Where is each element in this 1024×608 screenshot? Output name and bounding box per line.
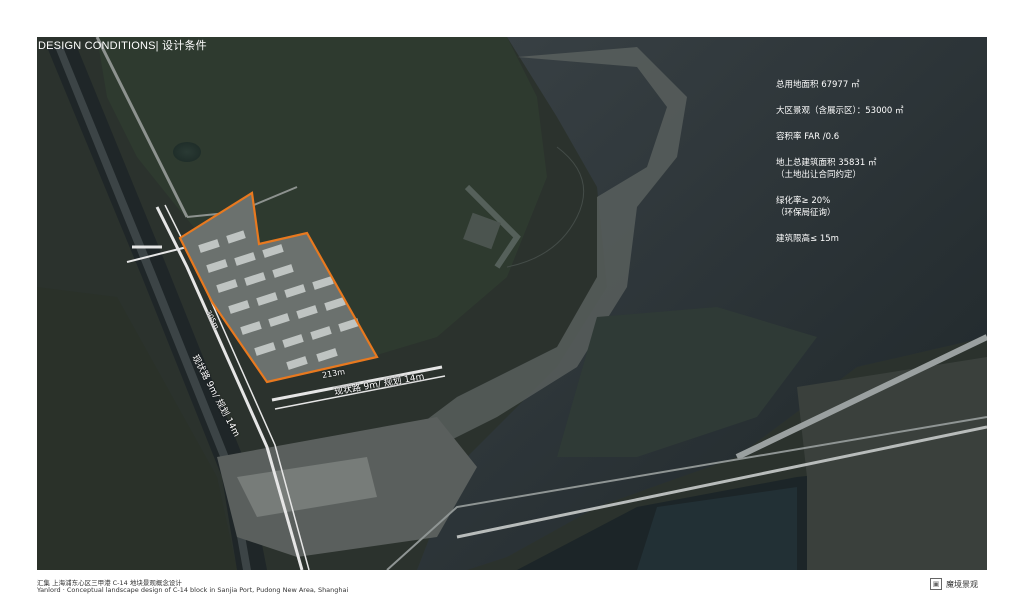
page-title: DESIGN CONDITIONS| 设计条件 (38, 40, 207, 52)
stat-height-limit: 建筑限高≤ 15m (776, 233, 904, 245)
brand: ▣ 魔境景观 (930, 578, 978, 590)
design-stats: 总用地面积 67977 ㎡ 大区景观（含展示区）：53000 ㎡ 容积率 FAR… (776, 79, 904, 259)
brand-name: 魔境景观 (946, 579, 978, 589)
stat-line-note: （环保局征询） (776, 208, 836, 218)
stat-landscape-area: 大区景观（含展示区）：53000 ㎡ (776, 105, 904, 117)
stat-line: 大区景观（含展示区）：53000 ㎡ (776, 106, 904, 116)
stat-line: 容积率 FAR /0.6 (776, 132, 840, 142)
stat-line: 地上总建筑面积 35831 ㎡ (776, 158, 877, 168)
stat-site-area: 总用地面积 67977 ㎡ (776, 79, 904, 91)
stat-line: 总用地面积 67977 ㎡ (776, 80, 860, 90)
stat-line-note: （土地出让合同约定） (776, 170, 862, 180)
stat-line: 绿化率≥ 20% (776, 196, 831, 206)
stat-line: 建筑限高≤ 15m (776, 234, 839, 244)
stat-far: 容积率 FAR /0.6 (776, 131, 904, 143)
footer-caption-en: Yanlord · Conceptual landscape design of… (37, 586, 349, 594)
logo-icon: ▣ (930, 578, 942, 590)
stat-green-rate: 绿化率≥ 20% （环保局征询） (776, 195, 904, 219)
stat-building-area: 地上总建筑面积 35831 ㎡ （土地出让合同约定） (776, 157, 904, 181)
